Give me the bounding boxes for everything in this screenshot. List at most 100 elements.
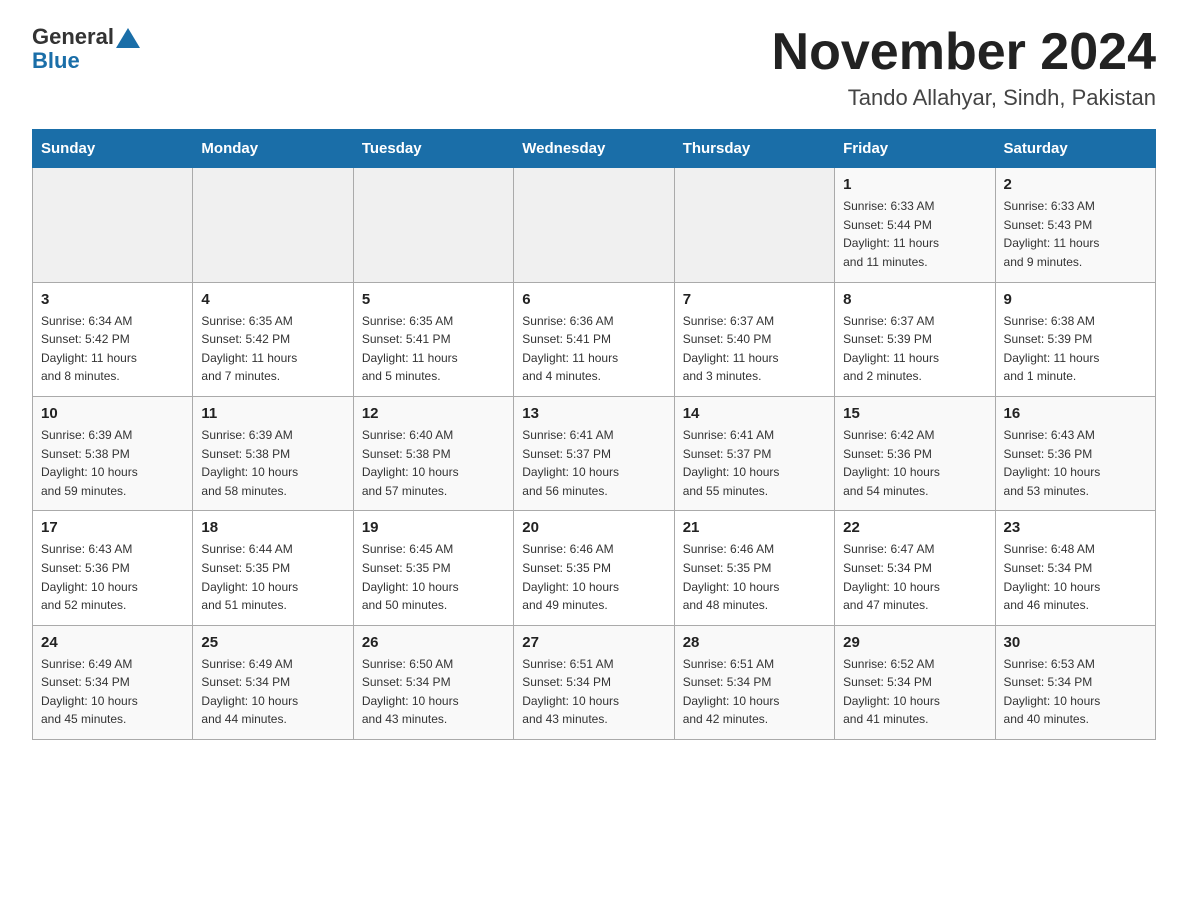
day-number: 11 xyxy=(201,405,344,422)
calendar-cell: 26 Sunrise: 6:50 AM Sunset: 5:34 PM Dayli… xyxy=(353,625,513,739)
calendar-cell: 18 Sunrise: 6:44 AM Sunset: 5:35 PM Dayli… xyxy=(193,511,353,625)
day-info: Sunrise: 6:35 AM Sunset: 5:41 PM Dayligh… xyxy=(362,312,505,386)
calendar-cell: 7 Sunrise: 6:37 AM Sunset: 5:40 PM Daylig… xyxy=(674,282,834,396)
calendar-cell: 13Sunrise: 6:41 AM Sunset: 5:37 PM Dayli… xyxy=(514,396,674,510)
month-title: November 2024 xyxy=(772,24,1156,81)
calendar-cell: 5 Sunrise: 6:35 AM Sunset: 5:41 PM Daylig… xyxy=(353,282,513,396)
day-number: 30 xyxy=(1004,634,1147,651)
calendar-cell: 8Sunrise: 6:37 AM Sunset: 5:39 PM Daylig… xyxy=(835,282,995,396)
day-info: Sunrise: 6:41 AM Sunset: 5:37 PM Dayligh… xyxy=(683,426,826,500)
title-block: November 2024 Tando Allahyar, Sindh, Pak… xyxy=(772,24,1156,111)
day-number: 19 xyxy=(362,519,505,536)
calendar-cell: 10Sunrise: 6:39 AM Sunset: 5:38 PM Dayli… xyxy=(33,396,193,510)
weekday-header-tuesday: Tuesday xyxy=(353,130,513,168)
day-info: Sunrise: 6:33 AM Sunset: 5:44 PM Dayligh… xyxy=(843,197,986,271)
calendar-cell: 9Sunrise: 6:38 AM Sunset: 5:39 PM Daylig… xyxy=(995,282,1155,396)
calendar-cell xyxy=(674,168,834,282)
calendar-cell: 6 Sunrise: 6:36 AM Sunset: 5:41 PM Daylig… xyxy=(514,282,674,396)
day-number: 22 xyxy=(843,519,986,536)
day-info: Sunrise: 6:43 AM Sunset: 5:36 PM Dayligh… xyxy=(41,540,184,614)
logo-triangle-icon xyxy=(116,28,140,48)
calendar-table: SundayMondayTuesdayWednesdayThursdayFrid… xyxy=(32,129,1156,740)
calendar-cell xyxy=(353,168,513,282)
calendar-cell: 21 Sunrise: 6:46 AM Sunset: 5:35 PM Dayli… xyxy=(674,511,834,625)
weekday-header-row: SundayMondayTuesdayWednesdayThursdayFrid… xyxy=(33,130,1156,168)
day-info: Sunrise: 6:39 AM Sunset: 5:38 PM Dayligh… xyxy=(201,426,344,500)
day-info: Sunrise: 6:51 AM Sunset: 5:34 PM Dayligh… xyxy=(683,655,826,729)
calendar-cell: 20Sunrise: 6:46 AM Sunset: 5:35 PM Dayli… xyxy=(514,511,674,625)
calendar-cell: 30Sunrise: 6:53 AM Sunset: 5:34 PM Dayli… xyxy=(995,625,1155,739)
day-info: Sunrise: 6:45 AM Sunset: 5:35 PM Dayligh… xyxy=(362,540,505,614)
day-number: 1 xyxy=(843,176,986,193)
day-info: Sunrise: 6:43 AM Sunset: 5:36 PM Dayligh… xyxy=(1004,426,1147,500)
day-info: Sunrise: 6:46 AM Sunset: 5:35 PM Dayligh… xyxy=(683,540,826,614)
calendar-cell: 27 Sunrise: 6:51 AM Sunset: 5:34 PM Dayli… xyxy=(514,625,674,739)
day-number: 28 xyxy=(683,634,826,651)
day-info: Sunrise: 6:47 AM Sunset: 5:34 PM Dayligh… xyxy=(843,540,986,614)
day-number: 21 xyxy=(683,519,826,536)
calendar-cell: 17 Sunrise: 6:43 AM Sunset: 5:36 PM Dayli… xyxy=(33,511,193,625)
calendar-week-2: 3Sunrise: 6:34 AM Sunset: 5:42 PM Daylig… xyxy=(33,282,1156,396)
calendar-cell xyxy=(33,168,193,282)
day-info: Sunrise: 6:33 AM Sunset: 5:43 PM Dayligh… xyxy=(1004,197,1147,271)
calendar-cell: 24Sunrise: 6:49 AM Sunset: 5:34 PM Dayli… xyxy=(33,625,193,739)
weekday-header-monday: Monday xyxy=(193,130,353,168)
calendar-cell: 2 Sunrise: 6:33 AM Sunset: 5:43 PM Daylig… xyxy=(995,168,1155,282)
day-number: 13 xyxy=(522,405,665,422)
day-number: 2 xyxy=(1004,176,1147,193)
calendar-cell: 28 Sunrise: 6:51 AM Sunset: 5:34 PM Dayli… xyxy=(674,625,834,739)
calendar-cell: 14 Sunrise: 6:41 AM Sunset: 5:37 PM Dayli… xyxy=(674,396,834,510)
day-info: Sunrise: 6:44 AM Sunset: 5:35 PM Dayligh… xyxy=(201,540,344,614)
calendar-cell: 12 Sunrise: 6:40 AM Sunset: 5:38 PM Dayli… xyxy=(353,396,513,510)
day-info: Sunrise: 6:37 AM Sunset: 5:40 PM Dayligh… xyxy=(683,312,826,386)
day-info: Sunrise: 6:36 AM Sunset: 5:41 PM Dayligh… xyxy=(522,312,665,386)
day-number: 24 xyxy=(41,634,184,651)
day-number: 10 xyxy=(41,405,184,422)
calendar-body: 1 Sunrise: 6:33 AM Sunset: 5:44 PM Daylig… xyxy=(33,168,1156,740)
calendar-cell: 29 Sunrise: 6:52 AM Sunset: 5:34 PM Dayli… xyxy=(835,625,995,739)
weekday-header-wednesday: Wednesday xyxy=(514,130,674,168)
day-number: 4 xyxy=(201,291,344,308)
calendar-header: SundayMondayTuesdayWednesdayThursdayFrid… xyxy=(33,130,1156,168)
calendar-cell: 4 Sunrise: 6:35 AM Sunset: 5:42 PM Daylig… xyxy=(193,282,353,396)
day-number: 16 xyxy=(1004,405,1147,422)
day-number: 14 xyxy=(683,405,826,422)
logo-blue-text: Blue xyxy=(32,48,80,74)
day-number: 12 xyxy=(362,405,505,422)
day-number: 27 xyxy=(522,634,665,651)
calendar-cell: 16 Sunrise: 6:43 AM Sunset: 5:36 PM Dayli… xyxy=(995,396,1155,510)
calendar-week-5: 24 Sunrise: 6:49 AM Sunset: 5:34 PM Dayli… xyxy=(33,625,1156,739)
weekday-header-saturday: Saturday xyxy=(995,130,1155,168)
day-number: 5 xyxy=(362,291,505,308)
weekday-header-thursday: Thursday xyxy=(674,130,834,168)
day-number: 7 xyxy=(683,291,826,308)
day-number: 26 xyxy=(362,634,505,651)
day-number: 17 xyxy=(41,519,184,536)
calendar-cell: 19 Sunrise: 6:45 AM Sunset: 5:35 PM Dayli… xyxy=(353,511,513,625)
day-info: Sunrise: 6:37 AM Sunset: 5:39 PM Dayligh… xyxy=(843,312,986,386)
day-number: 9 xyxy=(1004,291,1147,308)
calendar-week-3: 10 Sunrise: 6:39 AM Sunset: 5:38 PM Dayli… xyxy=(33,396,1156,510)
day-number: 6 xyxy=(522,291,665,308)
day-number: 23 xyxy=(1004,519,1147,536)
day-number: 29 xyxy=(843,634,986,651)
day-number: 15 xyxy=(843,405,986,422)
calendar-cell: 1 Sunrise: 6:33 AM Sunset: 5:44 PM Daylig… xyxy=(835,168,995,282)
calendar-cell: 23Sunrise: 6:48 AM Sunset: 5:34 PM Dayli… xyxy=(995,511,1155,625)
weekday-header-sunday: Sunday xyxy=(33,130,193,168)
day-info: Sunrise: 6:51 AM Sunset: 5:34 PM Dayligh… xyxy=(522,655,665,729)
calendar-cell: 11 Sunrise: 6:39 AM Sunset: 5:38 PM Dayli… xyxy=(193,396,353,510)
day-info: Sunrise: 6:49 AM Sunset: 5:34 PM Dayligh… xyxy=(201,655,344,729)
calendar-cell: 15 Sunrise: 6:42 AM Sunset: 5:36 PM Dayli… xyxy=(835,396,995,510)
day-info: Sunrise: 6:35 AM Sunset: 5:42 PM Dayligh… xyxy=(201,312,344,386)
day-info: Sunrise: 6:40 AM Sunset: 5:38 PM Dayligh… xyxy=(362,426,505,500)
day-info: Sunrise: 6:42 AM Sunset: 5:36 PM Dayligh… xyxy=(843,426,986,500)
day-info: Sunrise: 6:50 AM Sunset: 5:34 PM Dayligh… xyxy=(362,655,505,729)
calendar-cell: 25Sunrise: 6:49 AM Sunset: 5:34 PM Dayli… xyxy=(193,625,353,739)
calendar-week-4: 17 Sunrise: 6:43 AM Sunset: 5:36 PM Dayli… xyxy=(33,511,1156,625)
day-info: Sunrise: 6:52 AM Sunset: 5:34 PM Dayligh… xyxy=(843,655,986,729)
day-number: 18 xyxy=(201,519,344,536)
day-info: Sunrise: 6:34 AM Sunset: 5:42 PM Dayligh… xyxy=(41,312,184,386)
page-header: General Blue November 2024 Tando Allahya… xyxy=(32,24,1156,111)
calendar-cell xyxy=(514,168,674,282)
